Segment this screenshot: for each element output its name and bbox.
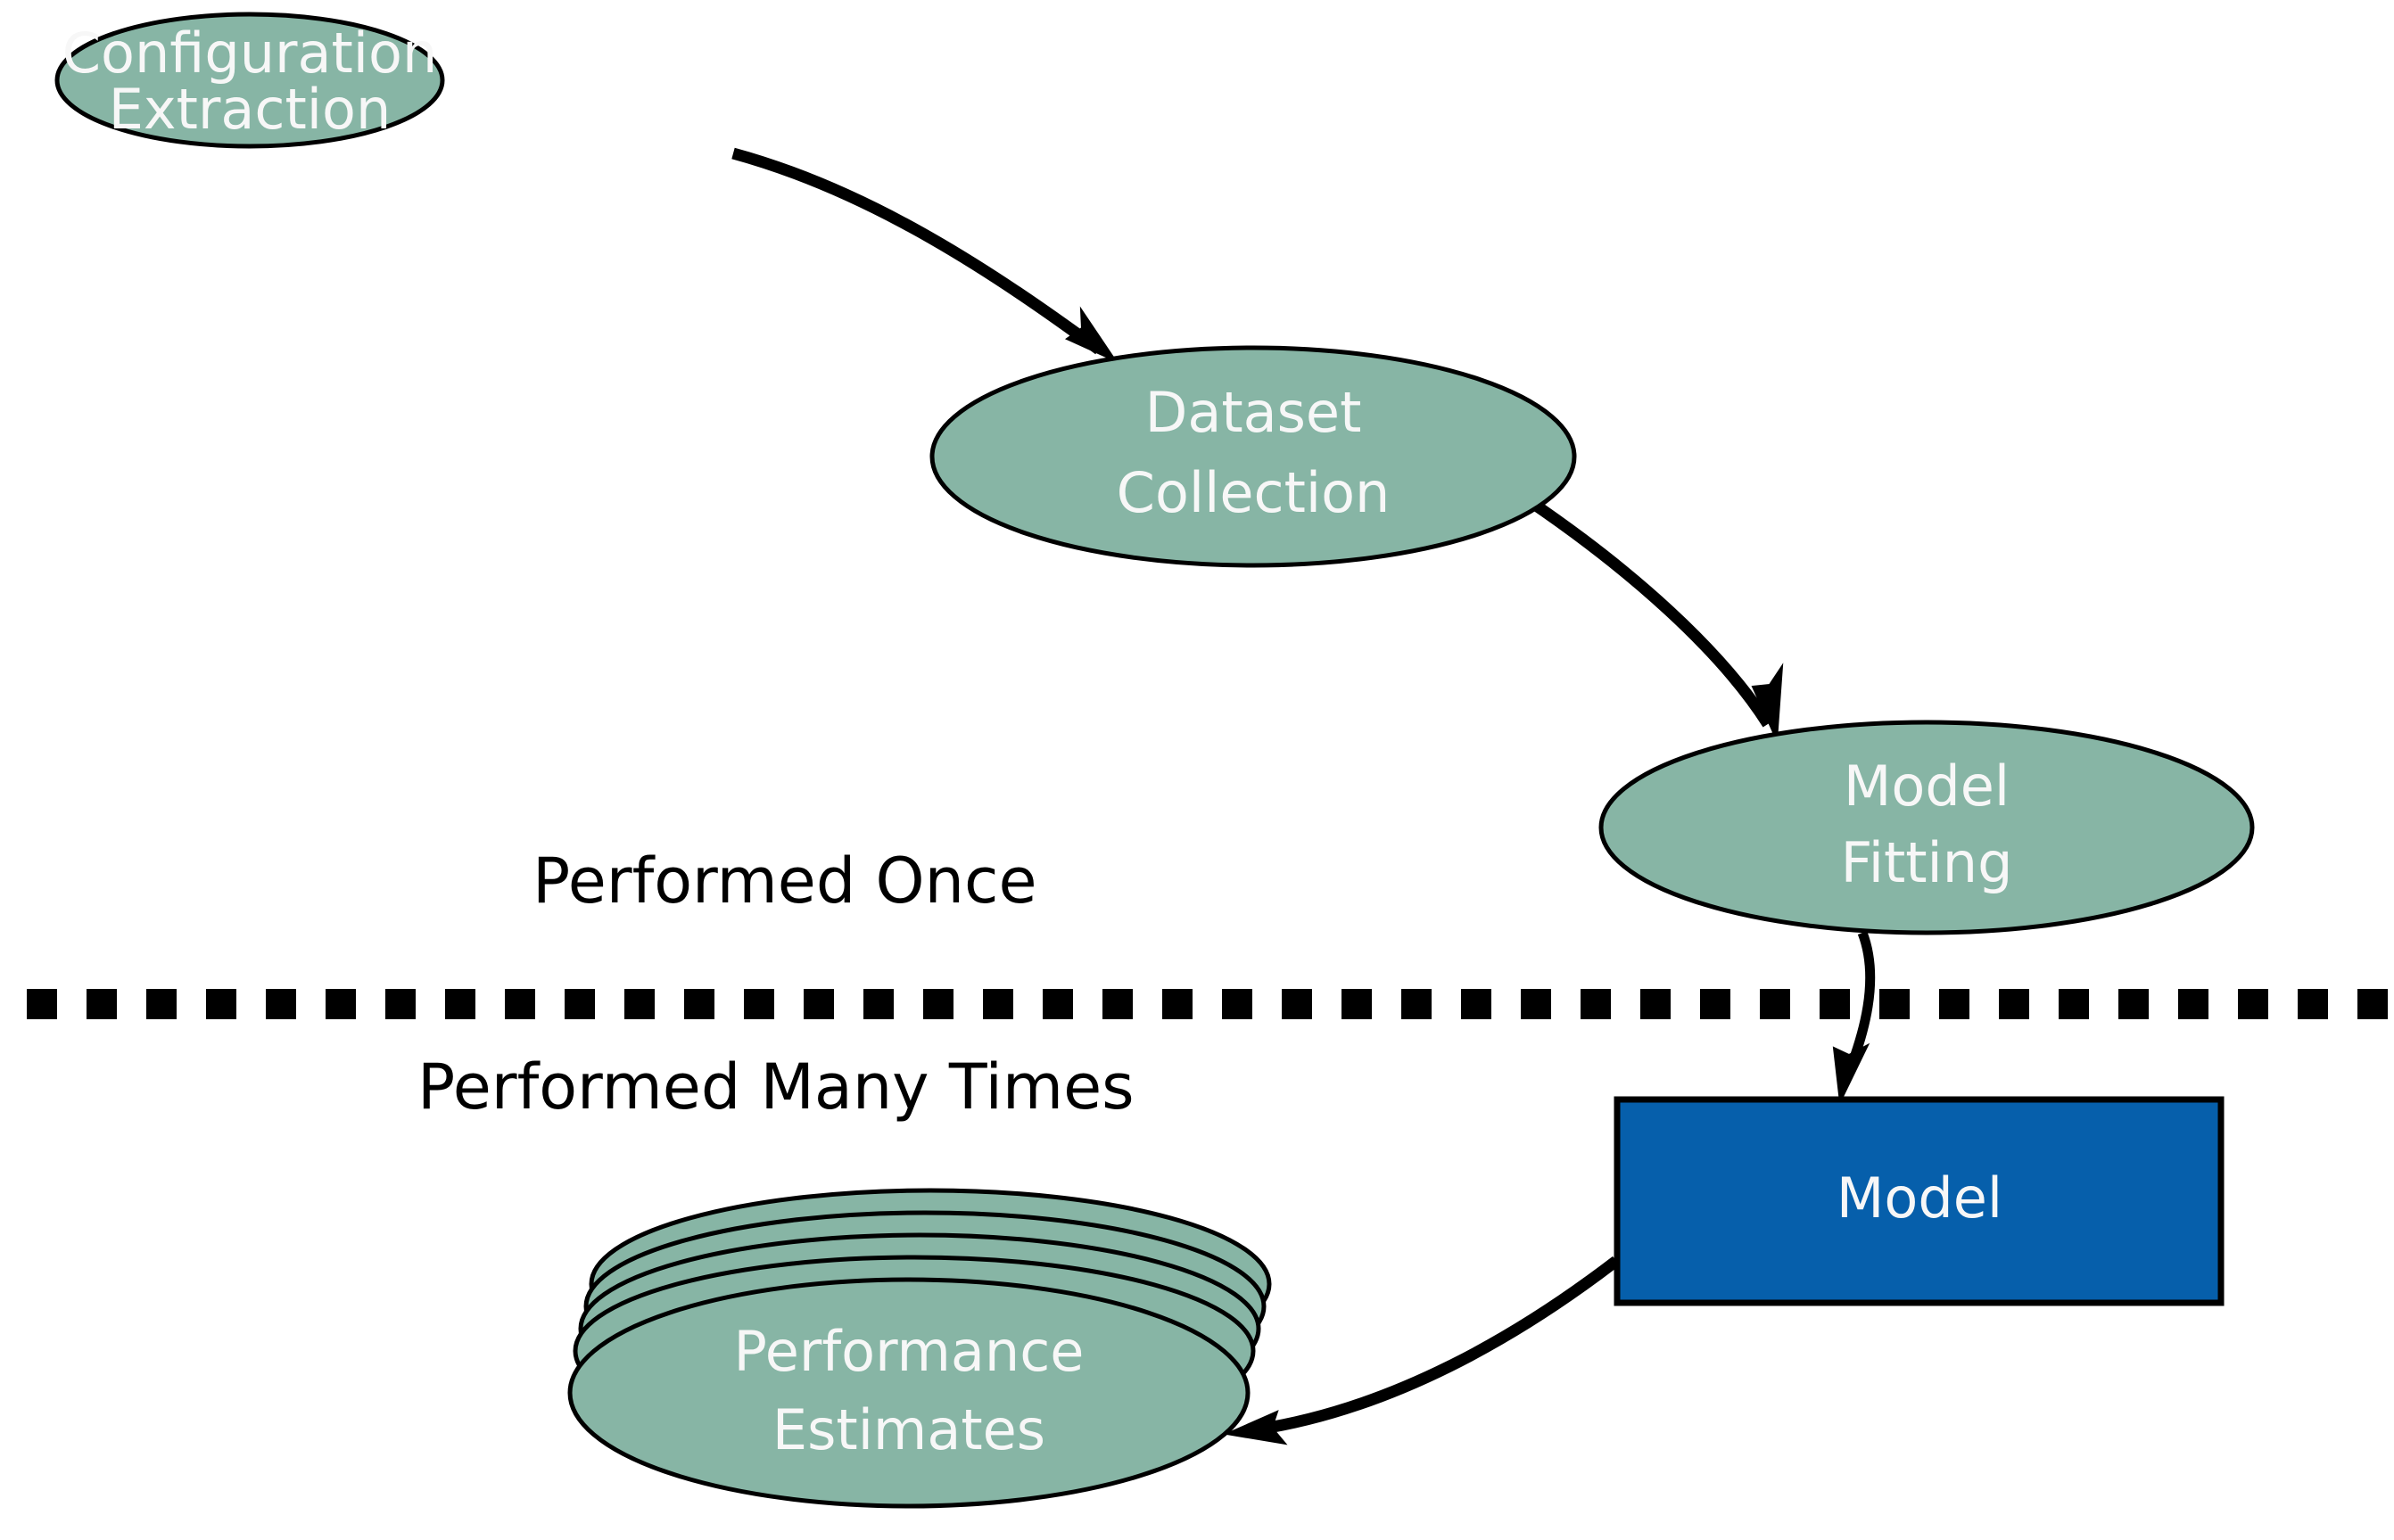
edge-fitting-to-model-arrowhead [1832,1042,1870,1106]
performance-estimates-label-line1: Performance [734,1319,1085,1384]
label-performed-many-times: Performed Many Times [417,1050,1135,1124]
model-fitting-label-line1: Model [1844,754,2010,819]
edge-config-to-dataset [731,147,1119,364]
model-label: Model [1837,1165,2002,1231]
pipeline-diagram: Configuration Extraction Dataset Collect… [27,12,2394,1509]
configuration-extraction-label-line2: Extraction [109,77,392,142]
node-performance-estimates[interactable]: Performance Estimates [567,1188,1272,1509]
dataset-collection-label-line2: Collection [1117,460,1391,525]
edge-config-to-dataset-arrowhead [1064,306,1119,364]
edge-model-to-estimates-line [1257,1256,1620,1436]
edge-model-to-estimates [1223,1256,1620,1445]
edge-config-to-dataset-line [731,147,1102,355]
node-model[interactable]: Model [1614,1096,2225,1306]
model-fitting-label-line2: Fitting [1841,830,2013,895]
edge-dataset-to-fitting-line [1523,494,1773,728]
performance-estimates-stack-layer-1[interactable] [567,1277,1251,1509]
dataset-collection-label-line1: Dataset [1145,380,1362,445]
label-performed-once: Performed Once [532,844,1037,918]
node-model-fitting[interactable]: Model Fitting [1598,720,2255,935]
performance-estimates-label-line2: Estimates [772,1397,1045,1462]
edge-dataset-to-fitting [1523,494,1784,741]
diagram-canvas: Configuration Extraction Dataset Collect… [0,0,2394,1540]
node-configuration-extraction[interactable]: Configuration Extraction [54,12,445,149]
node-dataset-collection[interactable]: Dataset Collection [929,345,1577,568]
